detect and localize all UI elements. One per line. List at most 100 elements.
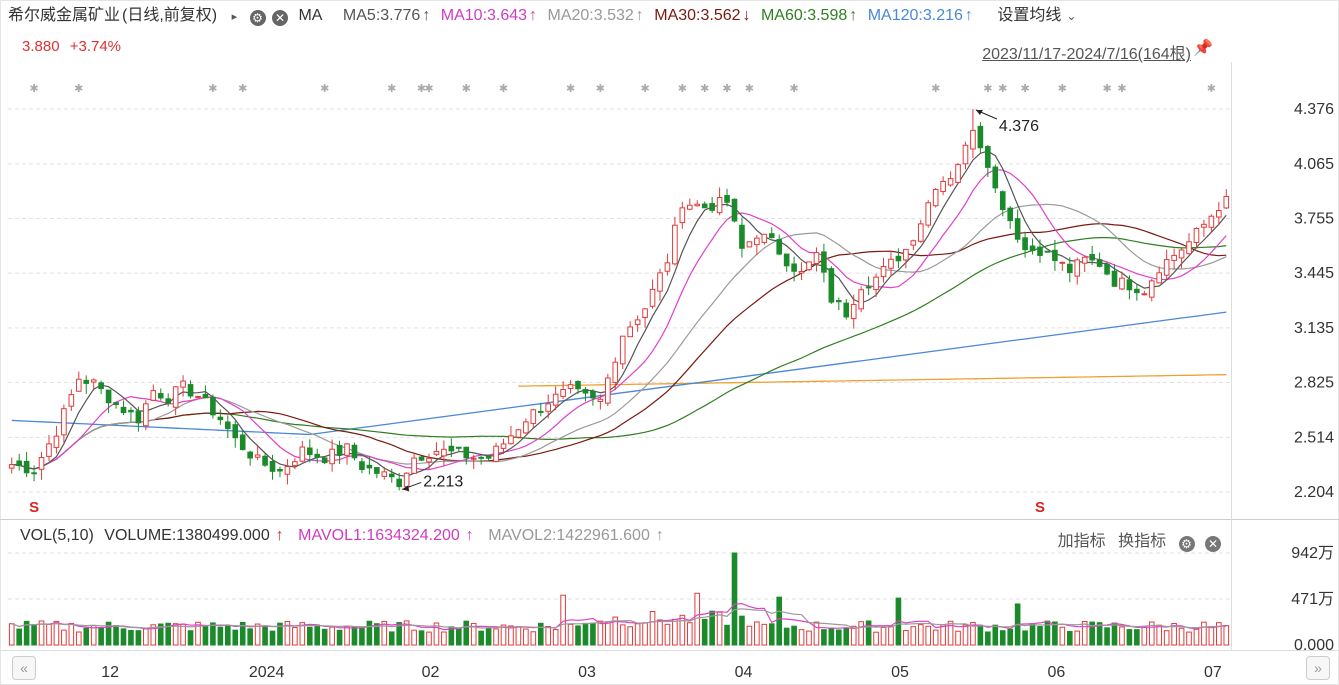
ma-settings-button[interactable]: 设置均线 [997,7,1061,24]
ma30-arrow: ↓ [742,7,751,24]
ma20-line [11,203,1227,470]
volume-bar [679,614,686,646]
volume-bar [1104,627,1110,646]
candle-body [657,272,663,292]
volume-bar [374,623,380,646]
candle-body [1171,254,1177,261]
volume-bar [381,620,388,646]
event-marker: ✱ [417,83,426,95]
volume-bar [955,630,961,646]
candle-body [418,456,425,461]
volume-bar [970,622,976,646]
volume-bar [359,626,365,646]
price-change: +3.74% [69,38,122,55]
low-arrow-head [402,485,410,492]
candle-body [1007,207,1013,222]
volume-bar [441,631,447,646]
candle-body [873,276,879,291]
candle-body [485,455,492,459]
candle-body [1208,215,1215,228]
volume-bar [1201,621,1207,646]
candle-body [254,454,261,458]
volume-bar [776,596,783,646]
close-icon[interactable]: ✕ [1205,536,1221,552]
chevron-right-icon[interactable]: » [1306,656,1330,680]
volume-header: VOL(5,10) VOLUME:1380499.000 ↑ MAVOL1:163… [20,527,664,545]
volume-arrow: ↑ [275,527,284,544]
volume-bar [672,618,678,646]
candle-body [776,239,783,255]
chart-canvas[interactable]: ✱ ✱ ✱ ✱ ✱ ✱ ✱ ✱ ✱ ✱ ✱ ✱ ✱ ✱ ✱ ✱ ✱ ✱ ✱ ✱ ✱ ✱ ✱ ✱ ✱ ✱ S S 4.376 4.065 3… [0,0,1339,685]
event-marker: ✱ [462,83,471,95]
volume-bar [798,629,805,646]
candle-body [649,288,656,307]
volume-value: VOLUME:1380499.000 [104,527,270,544]
volume-bar [306,626,313,646]
switch-indicator-button[interactable]: 换指标 [1118,533,1166,550]
candle-body [910,240,917,246]
y-tick-label: 2.204 [1294,484,1334,501]
chevron-down-icon[interactable]: ⌄ [1066,9,1076,23]
candle-body [38,457,45,470]
volume-bar [1059,626,1066,646]
candle-body [277,468,283,472]
candle-body [374,467,380,474]
period-label[interactable]: (日线,前复权) [122,7,217,24]
volume-bar [1119,626,1125,646]
event-marker: ✱ [640,83,649,95]
volume-bar [1178,627,1185,646]
volume-bar [23,620,30,646]
volume-bar [552,628,559,646]
candle-body [791,263,797,272]
candle-body [292,461,298,467]
candle-body [120,406,127,414]
volume-bar [709,610,715,646]
volume-bar [448,626,455,646]
gear-icon[interactable]: ⚙ [249,10,266,26]
candle-body [98,382,104,389]
add-indicator-button[interactable]: 加指标 [1058,533,1106,550]
close-icon[interactable]: ✕ [272,10,289,26]
ma250-line [518,374,1227,387]
candle-body [306,447,313,456]
volume-bar [351,626,358,646]
high-label: 4.376 [999,118,1039,135]
x-tick-label: 12 [101,664,119,681]
volume-bar [68,622,75,646]
volume-bar [828,627,835,646]
candle-body [83,379,90,384]
candle-body [135,410,142,424]
candle-body [455,446,462,449]
candle-body [336,444,343,456]
candle-body [754,237,760,246]
date-range[interactable]: 2023/11/17-2024/7/16(164根) [982,40,1191,64]
pin-icon[interactable]: 📌 [1193,38,1213,58]
mavol2-arrow: ↑ [655,527,664,544]
candle-body [895,255,902,262]
candle-body [46,443,52,457]
candle-body [1178,249,1185,259]
volume-bar [1007,628,1013,646]
volume-bar [16,628,22,646]
volume-bar [1052,621,1058,646]
chevron-left-icon[interactable]: « [12,656,36,680]
volume-bar [783,627,790,646]
event-marker: ✱ [722,83,731,95]
candle-body [806,261,812,271]
candle-body [75,378,82,392]
candle-body [709,203,715,211]
stock-name[interactable]: 希尔威金属矿业 [8,7,120,24]
volume-bar [31,624,37,646]
vol-label[interactable]: VOL(5,10) [20,527,94,544]
candle-body [359,461,365,471]
volume-bar [530,631,537,646]
event-marker: ✱ [789,83,798,95]
triangle-right-icon[interactable]: ▸ [232,11,238,23]
volume-bar [686,622,693,646]
volume-bar [284,620,291,646]
event-marker: ✱ [1058,83,1067,95]
gear-icon[interactable]: ⚙ [1178,536,1195,552]
volume-bar [903,630,909,646]
candle-body [731,198,738,222]
y-tick-label: 2.825 [1294,374,1334,391]
